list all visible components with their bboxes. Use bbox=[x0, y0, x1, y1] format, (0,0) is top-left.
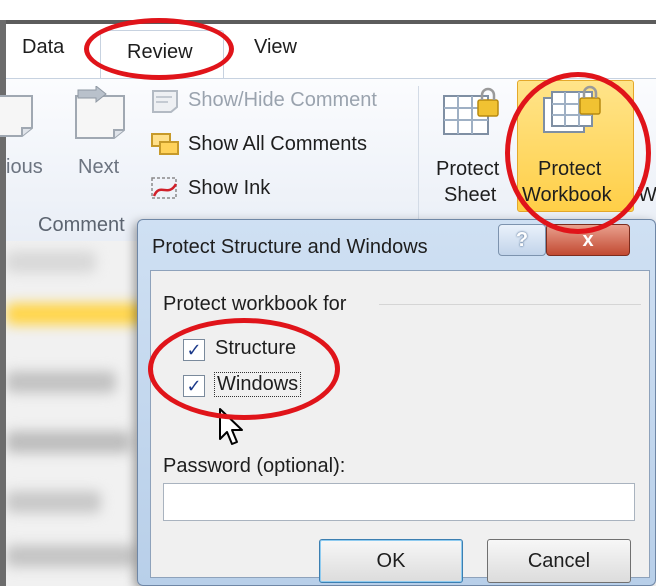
ink-icon[interactable] bbox=[150, 176, 180, 202]
structure-checkbox[interactable]: ✓ bbox=[183, 339, 205, 361]
previous-comment-icon[interactable] bbox=[0, 92, 36, 140]
password-label: Password (optional): bbox=[163, 455, 346, 477]
structure-label[interactable]: Structure bbox=[215, 337, 296, 360]
cancel-button[interactable]: Cancel bbox=[487, 539, 631, 583]
mouse-cursor-icon bbox=[219, 408, 243, 445]
worksheet-area bbox=[6, 241, 140, 586]
comments-icon[interactable] bbox=[150, 132, 180, 158]
section-divider bbox=[379, 304, 641, 305]
ok-button[interactable]: OK bbox=[319, 539, 463, 583]
blurred-cell bbox=[6, 431, 131, 453]
tab-data[interactable]: Data bbox=[22, 36, 64, 59]
protect-workbook-label-1: Protect bbox=[538, 158, 602, 180]
tab-view[interactable]: View bbox=[254, 36, 297, 59]
show-hide-comment-button[interactable]: Show/Hide Comment bbox=[188, 87, 377, 113]
ribbon-tab-strip: Data Review View bbox=[6, 24, 656, 80]
blurred-cell bbox=[6, 251, 96, 273]
protect-structure-dialog: Protect Structure and Windows ? x Protec… bbox=[137, 219, 656, 586]
tab-review[interactable]: Review bbox=[100, 30, 224, 80]
windows-label[interactable]: Windows bbox=[213, 372, 302, 397]
protect-sheet-label-1[interactable]: Protect bbox=[436, 156, 499, 182]
protect-workbook-for-label: Protect workbook for bbox=[163, 293, 347, 315]
next-comment-icon[interactable] bbox=[72, 86, 132, 142]
previous-comment-label[interactable]: ious bbox=[6, 156, 43, 179]
checkmark-icon: ✓ bbox=[186, 376, 202, 396]
password-input[interactable] bbox=[163, 483, 635, 521]
help-button[interactable]: ? bbox=[498, 224, 546, 256]
dialog-title: Protect Structure and Windows bbox=[152, 236, 428, 258]
blurred-cell bbox=[6, 545, 136, 567]
blurred-highlight-row bbox=[6, 303, 140, 325]
windows-checkbox[interactable]: ✓ bbox=[183, 375, 205, 397]
protect-sheet-label-2[interactable]: Sheet bbox=[444, 182, 496, 208]
comment-icon[interactable] bbox=[150, 88, 180, 114]
protect-workbook-icon bbox=[543, 85, 601, 133]
blurred-cell bbox=[6, 371, 116, 393]
protect-sheet-icon[interactable] bbox=[440, 86, 502, 138]
protect-workbook-label-2: Workbook bbox=[522, 184, 612, 206]
comments-group-label: Comment bbox=[38, 214, 125, 236]
show-ink-button[interactable]: Show Ink bbox=[188, 175, 270, 201]
ribbon-group-divider bbox=[418, 86, 419, 236]
clipped-ribbon-label: W bbox=[638, 184, 656, 206]
next-comment-label[interactable]: Next bbox=[78, 156, 119, 179]
blurred-cell bbox=[6, 491, 101, 513]
checkmark-icon: ✓ bbox=[186, 340, 202, 360]
tab-review-label: Review bbox=[127, 41, 193, 63]
show-all-comments-button[interactable]: Show All Comments bbox=[188, 131, 367, 157]
close-button[interactable]: x bbox=[546, 224, 630, 256]
dialog-client-area: Protect workbook for ✓ Structure ✓ Windo… bbox=[150, 270, 650, 583]
